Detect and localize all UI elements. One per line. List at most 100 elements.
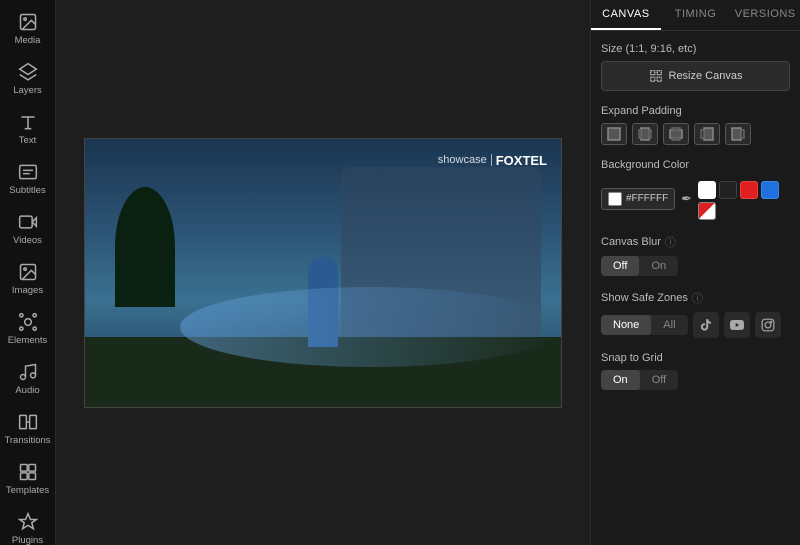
image-icon: [18, 12, 38, 32]
sidebar-label-templates: Templates: [6, 485, 49, 496]
plugins-icon: [18, 512, 38, 532]
color-row: #FFFFFF ✒: [601, 177, 790, 220]
expand-sides-icon: [638, 127, 652, 141]
canvas-blur-label: Canvas Blur: [601, 236, 661, 248]
eyedropper-icon[interactable]: ✒: [681, 191, 692, 207]
panel-content: Size (1:1, 9:16, etc) Resize Canvas Expa…: [591, 31, 800, 402]
sidebar-label-images: Images: [12, 285, 43, 296]
sidebar-item-plugins[interactable]: Plugins: [0, 504, 55, 545]
canvas-blur-help-icon[interactable]: ⓘ: [665, 234, 676, 250]
tab-canvas[interactable]: CANVAS: [591, 0, 661, 30]
expand-right-icon: [731, 127, 745, 141]
sidebar-label-plugins: Plugins: [12, 535, 43, 545]
safe-zone-toggle: None All: [601, 315, 688, 335]
sidebar-item-images[interactable]: Images: [0, 254, 55, 304]
expand-top-bottom-icon: [669, 127, 683, 141]
resize-icon: [649, 69, 663, 83]
canvas-blur-row: Canvas Blur ⓘ: [601, 234, 790, 250]
layers-icon: [18, 62, 38, 82]
swatch-red[interactable]: [740, 181, 758, 199]
sidebar-label-media: Media: [15, 35, 41, 46]
snap-off-button[interactable]: Off: [640, 370, 678, 390]
snap-on-button[interactable]: On: [601, 370, 640, 390]
expand-icon-4[interactable]: [725, 123, 751, 145]
sidebar-item-audio[interactable]: Audio: [0, 354, 55, 404]
text-icon: [18, 112, 38, 132]
sidebar-item-text[interactable]: Text: [0, 104, 55, 154]
watermark: showcase FOXTEL: [438, 153, 547, 168]
color-swatch-white: [608, 192, 622, 206]
right-panel: CANVAS TIMING VERSIONS Size (1:1, 9:16, …: [590, 0, 800, 545]
templates-icon: [18, 462, 38, 482]
scene-smoke: [180, 287, 561, 367]
sidebar-label-audio: Audio: [15, 385, 39, 396]
safe-zones-controls: None All: [601, 312, 790, 338]
sidebar-item-media[interactable]: Media: [0, 4, 55, 54]
sidebar-label-subtitles: Subtitles: [9, 185, 45, 196]
scene-tree: [115, 187, 175, 307]
panel-tabs: CANVAS TIMING VERSIONS: [591, 0, 800, 31]
safe-zones-help-icon[interactable]: ⓘ: [692, 290, 703, 306]
safe-zone-instagram-icon[interactable]: [755, 312, 781, 338]
tab-timing[interactable]: TIMING: [661, 0, 731, 30]
canvas-blur-section: Canvas Blur ⓘ Off On: [601, 234, 790, 276]
resize-canvas-button[interactable]: Resize Canvas: [601, 61, 790, 91]
music-icon: [18, 362, 38, 382]
sidebar-item-transitions[interactable]: Transitions: [0, 404, 55, 454]
snap-to-grid-toggle: On Off: [601, 370, 678, 390]
background-color-label: Background Color: [601, 159, 790, 171]
canvas-blur-off-button[interactable]: Off: [601, 256, 639, 276]
sidebar-item-videos[interactable]: Videos: [0, 204, 55, 254]
preset-color-swatches: [698, 181, 790, 220]
background-color-section: Background Color #FFFFFF ✒: [601, 159, 790, 220]
expand-padding-label: Expand Padding: [601, 105, 790, 117]
snap-to-grid-section: Snap to Grid On Off: [601, 352, 790, 390]
watermark-divider: [491, 154, 492, 166]
safe-zone-tiktok-icon[interactable]: [693, 312, 719, 338]
sidebar-label-transitions: Transitions: [4, 435, 50, 446]
transitions-icon: [18, 412, 38, 432]
expand-icon-0[interactable]: [601, 123, 627, 145]
safe-zones-section: Show Safe Zones ⓘ None All: [601, 290, 790, 338]
snap-to-grid-label: Snap to Grid: [601, 352, 790, 364]
photo-icon: [18, 262, 38, 282]
safe-zone-all-button[interactable]: All: [651, 315, 687, 335]
video-icon: [18, 212, 38, 232]
watermark-foxtel: FOXTEL: [496, 153, 547, 168]
sidebar-label-elements: Elements: [8, 335, 48, 346]
sidebar-item-elements[interactable]: Elements: [0, 304, 55, 354]
canvas-blur-on-button[interactable]: On: [639, 256, 678, 276]
safe-zones-row: Show Safe Zones ⓘ: [601, 290, 790, 306]
expand-padding-section: Expand Padding: [601, 105, 790, 145]
swatch-diagonal[interactable]: [698, 202, 716, 220]
color-hex-text: #FFFFFF: [626, 193, 668, 204]
safe-zone-none-button[interactable]: None: [601, 315, 651, 335]
color-hex-picker[interactable]: #FFFFFF: [601, 188, 675, 210]
subtitles-icon: [18, 162, 38, 182]
swatch-blue[interactable]: [761, 181, 779, 199]
sidebar-item-layers[interactable]: Layers: [0, 54, 55, 104]
sidebar-item-subtitles[interactable]: Subtitles: [0, 154, 55, 204]
canvas-area: showcase FOXTEL: [56, 0, 590, 545]
swatch-black[interactable]: [719, 181, 737, 199]
safe-zones-label: Show Safe Zones: [601, 292, 688, 304]
sidebar-item-templates[interactable]: Templates: [0, 454, 55, 504]
safe-zone-youtube-icon[interactable]: [724, 312, 750, 338]
expand-icon-1[interactable]: [632, 123, 658, 145]
size-label: Size (1:1, 9:16, etc): [601, 43, 790, 55]
sidebar-label-layers: Layers: [13, 85, 42, 96]
expand-fill-icon: [607, 127, 621, 141]
swatch-white[interactable]: [698, 181, 716, 199]
canvas-preview[interactable]: showcase FOXTEL: [84, 138, 562, 408]
size-section: Size (1:1, 9:16, etc) Resize Canvas: [601, 43, 790, 91]
expand-padding-icons: [601, 123, 790, 145]
canvas-blur-toggle: Off On: [601, 256, 678, 276]
expand-icon-2[interactable]: [663, 123, 689, 145]
sidebar: Media Layers Text Subtitles Videos Image…: [0, 0, 56, 545]
expand-icon-3[interactable]: [694, 123, 720, 145]
tab-versions[interactable]: VERSIONS: [730, 0, 800, 30]
elements-icon: [18, 312, 38, 332]
sidebar-label-text: Text: [19, 135, 36, 146]
expand-left-icon: [700, 127, 714, 141]
watermark-showcase: showcase: [438, 154, 487, 166]
